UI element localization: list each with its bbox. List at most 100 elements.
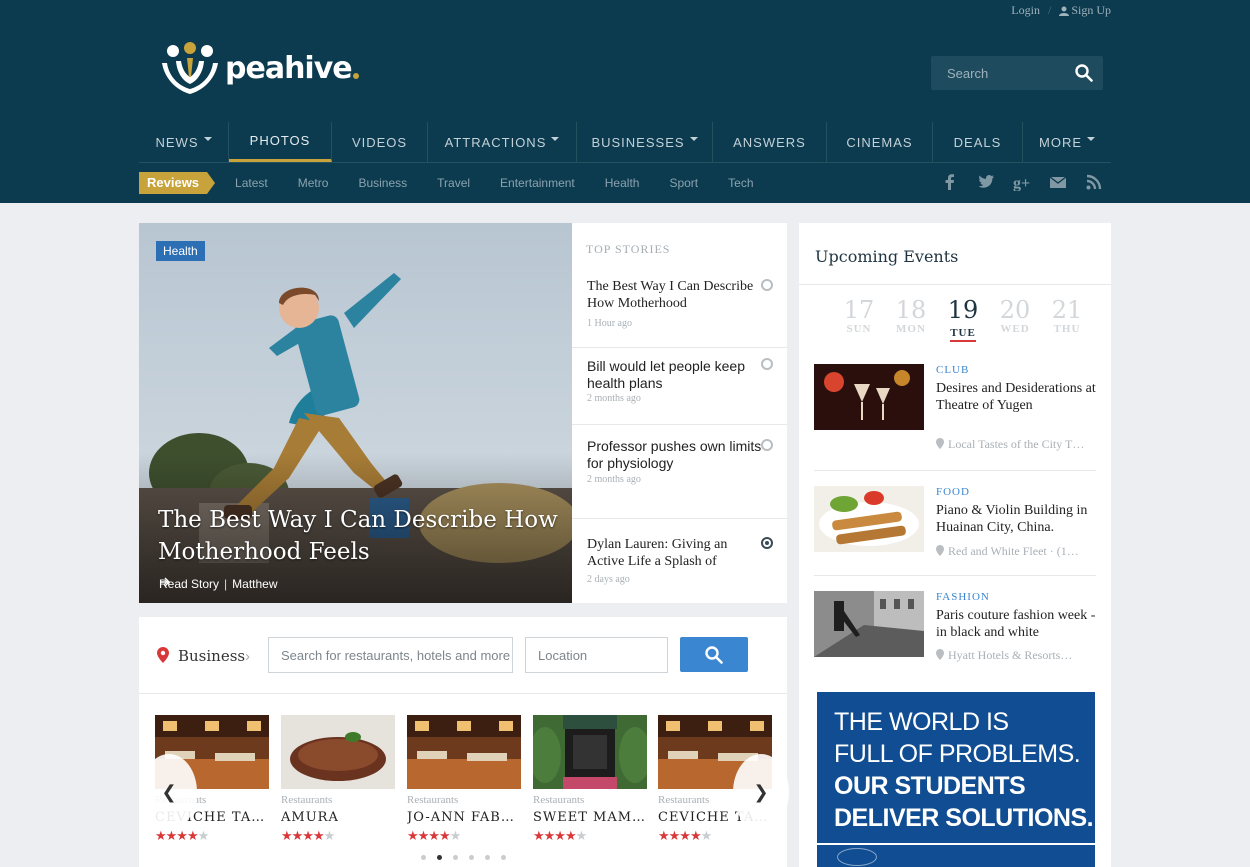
subnav-latest[interactable]: Latest [235, 176, 268, 190]
nav-news[interactable]: NEWS [139, 122, 229, 162]
pagination-dot-active[interactable] [437, 855, 442, 860]
day-name: TUE [950, 327, 976, 342]
list-item[interactable]: Bill would let people keep health plans … [572, 348, 787, 425]
list-item[interactable]: The Best Way I Can Describe How Motherho… [572, 271, 787, 348]
site-search [931, 56, 1103, 90]
nav-cinemas[interactable]: CINEMAS [827, 122, 933, 162]
story-title[interactable]: Professor pushes own limits for physiolo… [587, 438, 762, 472]
day-tab[interactable]: 21 THU [1041, 297, 1093, 342]
main-nav: NEWS PHOTOS VIDEOS ATTRACTIONS BUSINESSE… [139, 122, 1111, 162]
business-card[interactable]: Restaurants JO-ANN FAB… ★★★★★ [407, 715, 521, 844]
event-category[interactable]: FASHION [936, 591, 990, 603]
google-plus-icon[interactable]: g+ [1013, 173, 1031, 191]
business-search-input[interactable] [268, 637, 513, 673]
nav-businesses[interactable]: BUSINESSES [577, 122, 713, 162]
subnav-health[interactable]: Health [605, 176, 640, 190]
story-title[interactable]: The Best Way I Can Describe How Motherho… [587, 278, 762, 312]
nav-attractions[interactable]: ATTRACTIONS [428, 122, 577, 162]
rss-icon[interactable] [1085, 173, 1103, 191]
event-thumbnail [814, 591, 924, 657]
hero-author[interactable]: Matthew [232, 577, 277, 591]
caret-down-icon [551, 137, 560, 141]
list-item[interactable]: Dylan Lauren: Giving an Active Life a Sp… [572, 519, 787, 603]
event-location: Local Tastes of the City T… [936, 437, 1098, 452]
nav-deals[interactable]: DEALS [933, 122, 1023, 162]
event-thumbnail [814, 486, 924, 552]
event-item[interactable]: CLUB Desires and Desiderations at Theatr… [814, 364, 1096, 464]
subnav-entertainment[interactable]: Entertainment [500, 176, 575, 190]
day-tab[interactable]: 20 WED [989, 297, 1041, 342]
day-number: 18 [895, 296, 927, 324]
site-logo[interactable]: peahive [159, 41, 359, 95]
subnav-business[interactable]: Business [358, 176, 407, 190]
twitter-icon[interactable] [977, 173, 995, 191]
story-radio-icon[interactable] [761, 537, 773, 549]
location-input[interactable] [525, 637, 668, 673]
business-label[interactable]: Business [178, 647, 245, 665]
story-radio-icon[interactable] [761, 439, 773, 451]
event-name[interactable]: Piano & Violin Building in Huainan City,… [936, 502, 1098, 536]
day-tab-active[interactable]: 19 TUE [937, 297, 989, 342]
subnav-travel[interactable]: Travel [437, 176, 470, 190]
day-tab[interactable]: 18 MON [885, 297, 937, 342]
business-name[interactable]: SWEET MAM… [533, 810, 647, 825]
nav-photos[interactable]: PHOTOS [229, 122, 332, 162]
event-name[interactable]: Paris couture fashion week - in black an… [936, 607, 1098, 641]
ad-line: FULL OF PROBLEMS. [834, 740, 1081, 768]
advertisement-banner[interactable]: THE WORLD IS FULL OF PROBLEMS. OUR STUDEN… [817, 692, 1095, 867]
story-radio-icon[interactable] [761, 358, 773, 370]
business-card[interactable]: Restaurants SWEET MAM… ★★★★★ [533, 715, 647, 844]
divider [814, 470, 1096, 471]
story-title[interactable]: Dylan Lauren: Giving an Active Life a Sp… [587, 536, 762, 570]
business-name[interactable]: JO-ANN FAB… [407, 810, 521, 825]
chevron-right-icon[interactable]: › [245, 648, 250, 665]
ad-headline: THE WORLD IS FULL OF PROBLEMS. [834, 706, 1081, 770]
business-name[interactable]: AMURA [281, 810, 395, 825]
carousel-next-button[interactable]: ❯ [733, 754, 789, 830]
search-icon[interactable] [1075, 64, 1093, 82]
facebook-icon[interactable] [941, 173, 959, 191]
event-item[interactable]: FASHION Paris couture fashion week - in … [814, 591, 1096, 681]
carousel-prev-button[interactable]: ❮ [141, 754, 197, 830]
signup-link[interactable]: Sign Up [1071, 3, 1111, 18]
pagination-dot[interactable] [453, 855, 458, 860]
pagination-dot[interactable] [501, 855, 506, 860]
business-card[interactable]: Restaurants AMURA ★★★★★ [281, 715, 395, 844]
hero-category-badge[interactable]: Health [156, 241, 205, 261]
ad-line: OUR STUDENTS [834, 772, 1026, 800]
pagination-dot[interactable] [421, 855, 426, 860]
pagination-dot[interactable] [469, 855, 474, 860]
mail-icon[interactable] [1049, 173, 1067, 191]
subnav-sport[interactable]: Sport [669, 176, 698, 190]
search-input[interactable] [931, 56, 1061, 90]
day-tab[interactable]: 17 SUN [833, 297, 885, 342]
reviews-tag[interactable]: Reviews [139, 172, 216, 194]
top-stories-panel: TOP STORIES The Best Way I Can Describe … [572, 223, 787, 603]
star-rating: ★★★★★ [407, 828, 461, 843]
event-category[interactable]: CLUB [936, 364, 969, 376]
event-item[interactable]: FOOD Piano & Violin Building in Huainan … [814, 486, 1096, 586]
story-title[interactable]: Bill would let people keep health plans [587, 358, 762, 392]
business-search-button[interactable] [680, 637, 748, 672]
event-name[interactable]: Desires and Desiderations at Theatre of … [936, 380, 1098, 414]
event-location-text: Local Tastes of the City T… [948, 437, 1085, 451]
event-category[interactable]: FOOD [936, 486, 970, 498]
nav-videos[interactable]: VIDEOS [332, 122, 428, 162]
nav-answers[interactable]: ANSWERS [713, 122, 827, 162]
list-item[interactable]: Professor pushes own limits for physiolo… [572, 435, 787, 519]
nav-label: CINEMAS [846, 134, 913, 150]
nav-label: VIDEOS [351, 134, 408, 150]
day-name: MON [896, 323, 926, 335]
subnav-metro[interactable]: Metro [298, 176, 329, 190]
meta-separator: | [224, 577, 228, 591]
subnav-tech[interactable]: Tech [728, 176, 753, 190]
nav-more[interactable]: MORE [1023, 122, 1111, 162]
business-search-bar: Business › [139, 617, 787, 694]
hero-story[interactable]: Health The Best Way I Can Describe How M… [139, 223, 572, 603]
peahive-logo-icon [162, 42, 218, 94]
login-link[interactable]: Login [1011, 3, 1040, 18]
nav-label: ANSWERS [733, 134, 806, 150]
story-radio-icon[interactable] [761, 279, 773, 291]
pagination-dot[interactable] [485, 855, 490, 860]
hero-title[interactable]: The Best Way I Can Describe How Motherho… [158, 504, 558, 568]
